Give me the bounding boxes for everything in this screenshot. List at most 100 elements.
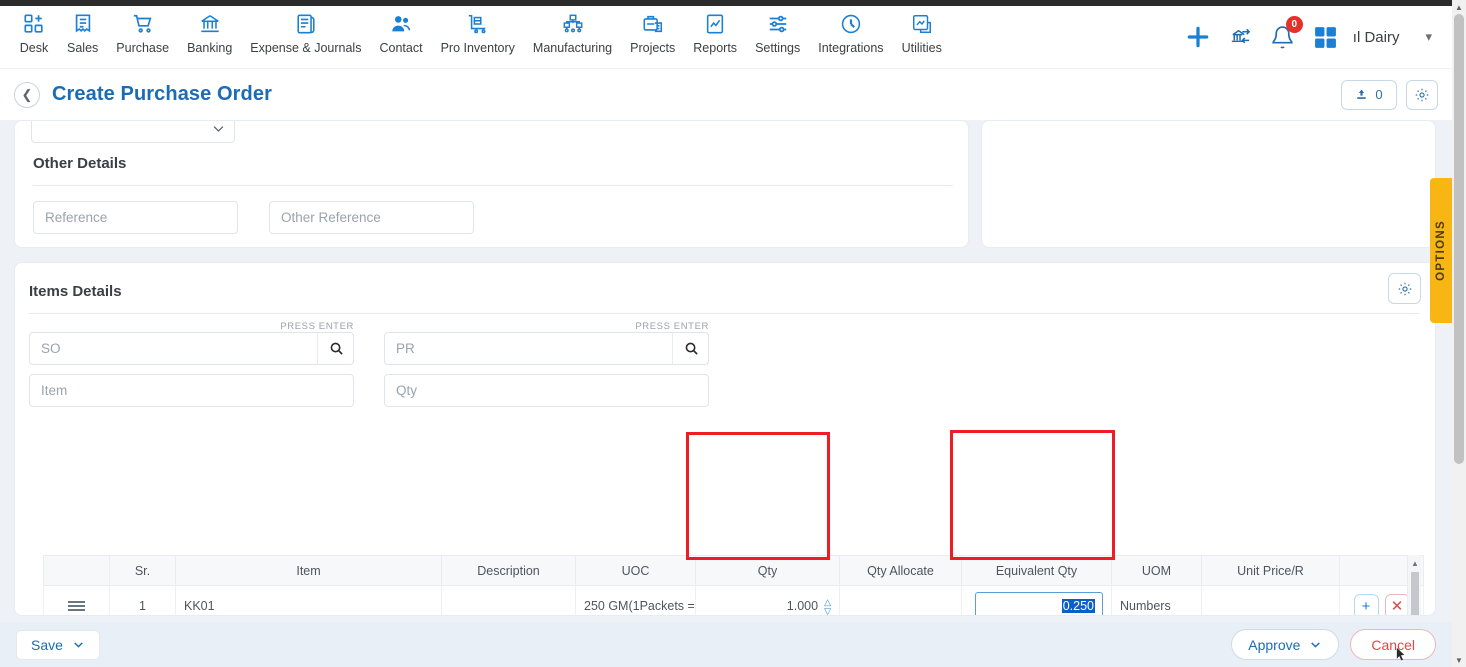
items-details-card: Items Details PRESS ENTER SO PRESS ENTER… (14, 262, 1436, 616)
browser-scrollbar[interactable]: ▲ ▼ (1452, 0, 1466, 667)
browser-scroll-down-icon[interactable]: ▼ (1452, 653, 1466, 667)
nav-item-banking[interactable]: Banking (178, 6, 241, 55)
nav-item-label: Banking (187, 41, 233, 55)
attachments-button[interactable]: 0 (1341, 79, 1397, 110)
nav-item-label: Reports (693, 41, 738, 55)
nav-item-contact[interactable]: Contact (370, 6, 431, 55)
column-header-item: Item (175, 555, 442, 586)
nav-item-label: Purchase (116, 41, 170, 55)
pr-search-icon[interactable] (672, 332, 709, 365)
browser-scroll-thumb[interactable] (1454, 14, 1464, 464)
nav-items-container: Desk Sales Purchase Banking Expense & Journa… (0, 6, 951, 55)
nav-item-reports[interactable]: Reports (684, 6, 746, 55)
nav-item-label: Utilities (901, 41, 942, 55)
organization-name[interactable]: ıl Dairy (1353, 29, 1400, 46)
nav-item-settings[interactable]: Settings (746, 6, 809, 55)
nav-item-purchase[interactable]: Purchase (107, 6, 178, 55)
receipt-icon (72, 10, 94, 38)
row-drag-cell[interactable] (43, 585, 110, 615)
row-description[interactable] (441, 585, 576, 615)
items-table: Sr. Item Description UOC Qty Qty Allocate Equi… (43, 555, 1424, 615)
so-search-icon[interactable] (317, 332, 354, 365)
page-title: Create Purchase Order (52, 83, 272, 105)
mouse-cursor (1396, 647, 1405, 661)
partial-dropdown-field[interactable] (31, 121, 235, 143)
pr-search-wrapper: PR (384, 332, 709, 365)
delete-row-button[interactable]: ✕ (1384, 593, 1410, 615)
row-unit-price[interactable] (1201, 585, 1340, 615)
chevron-down-icon (74, 642, 83, 648)
column-header-sr: Sr. (109, 555, 176, 586)
notification-badge: 0 (1285, 15, 1303, 33)
column-header-uoc: UOC (575, 555, 696, 586)
attachment-count: 0 (1375, 87, 1383, 102)
nav-item-sales[interactable]: Sales (58, 6, 107, 55)
so-press-enter-hint: PRESS ENTER (280, 321, 354, 332)
nav-item-label: Manufacturing (532, 41, 613, 55)
nav-item-label: Settings (755, 41, 801, 55)
row-uom: Numbers (1111, 585, 1202, 615)
row-serial: 1 (109, 585, 176, 615)
manufacturing-icon (562, 10, 584, 38)
nav-item-label: Contact (379, 41, 423, 55)
pr-input[interactable]: PR (384, 332, 709, 365)
nav-item-label: Sales (67, 41, 99, 55)
grid-vertical-scrollbar[interactable]: ▲ ▼ (1407, 555, 1422, 615)
so-input[interactable]: SO (29, 332, 354, 365)
sliders-icon (767, 10, 789, 38)
utilities-icon (911, 10, 933, 38)
items-settings-button[interactable] (1388, 273, 1421, 304)
approve-button[interactable]: Approve (1231, 629, 1340, 660)
column-header-qty: Qty (695, 555, 840, 586)
nav-item-integrations[interactable]: Integrations (809, 6, 892, 55)
page-header: ❮ Create Purchase Order 0 (0, 68, 1452, 120)
journal-book-icon (295, 10, 317, 38)
options-tab-label: OPTIONS (1435, 220, 1447, 281)
cancel-button[interactable]: Cancel (1350, 629, 1436, 660)
bank-transfer-icon[interactable] (1229, 26, 1252, 49)
nav-item-desk[interactable]: Desk (10, 6, 58, 55)
options-side-tab[interactable]: OPTIONS (1430, 178, 1452, 323)
row-qty-value: 1.000 (786, 599, 819, 613)
column-header-uom: UOM (1111, 555, 1202, 586)
nav-item-pro-inventory[interactable]: Pro Inventory (432, 6, 524, 55)
qty-stepper[interactable]: △ ▽ (824, 597, 831, 615)
stepper-up-icon[interactable]: △ (824, 597, 831, 606)
scroll-up-arrow-icon[interactable]: ▲ (1408, 555, 1422, 571)
summary-panel (981, 120, 1436, 248)
notifications-button[interactable]: 0 (1270, 15, 1303, 50)
approve-label: Approve (1248, 636, 1301, 653)
add-row-button[interactable]: + (1353, 593, 1379, 615)
equivalent-qty-input[interactable]: 0.250 (975, 591, 1103, 615)
nav-item-manufacturing[interactable]: Manufacturing (524, 6, 621, 55)
desk-grid-plus-icon (23, 10, 45, 38)
add-new-button[interactable] (1185, 24, 1211, 50)
plug-icon (840, 10, 862, 38)
grid-vscroll-thumb[interactable] (1411, 572, 1419, 615)
stepper-down-icon[interactable]: ▽ (824, 606, 831, 615)
table-row[interactable]: 1KK01 250 GM(1Packets = 0.2 1.000 △▽ 0.250 Nu… (43, 585, 1424, 615)
nav-item-projects[interactable]: Projects (621, 6, 684, 55)
apps-grid-icon[interactable] (1313, 25, 1338, 50)
page-settings-button[interactable] (1406, 79, 1438, 110)
drag-handle-icon[interactable] (52, 601, 101, 611)
inventory-cart-icon (467, 10, 489, 38)
row-qty-cell[interactable]: 1.000 △ ▽ (695, 585, 840, 615)
nav-item-expense-journals[interactable]: Expense & Journals (241, 6, 370, 55)
save-label: Save (31, 636, 63, 653)
nav-item-utilities[interactable]: Utilities (893, 6, 951, 55)
browser-scroll-up-icon[interactable]: ▲ (1452, 0, 1466, 14)
nav-item-label: Expense & Journals (250, 41, 362, 55)
other-reference-input[interactable]: Other Reference (269, 201, 474, 234)
qty-allocate-cell[interactable] (839, 585, 962, 615)
back-button[interactable]: ❮ (14, 81, 40, 108)
pr-press-enter-hint: PRESS ENTER (635, 321, 709, 332)
organization-chevron-down-icon[interactable]: ▾ (1425, 29, 1432, 45)
bank-icon (199, 10, 221, 38)
qty-input[interactable]: Qty (384, 374, 709, 407)
items-details-title: Items Details (29, 283, 122, 300)
row-item-name[interactable]: KK01 (175, 585, 442, 615)
reference-input[interactable]: Reference (33, 201, 238, 234)
save-button[interactable]: Save (16, 629, 100, 660)
item-input[interactable]: Item (29, 374, 354, 407)
